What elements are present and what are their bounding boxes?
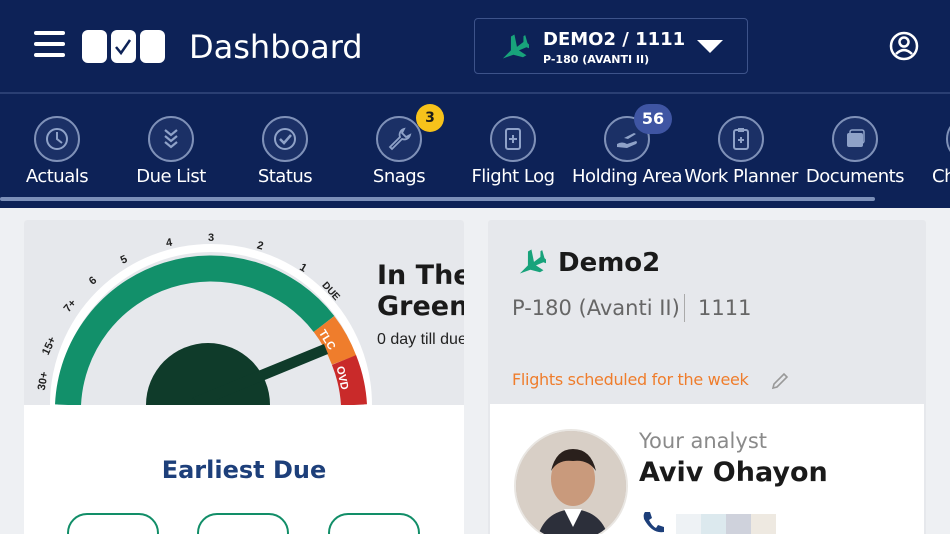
- clipboard-icon: [718, 116, 764, 162]
- aircraft-serial: 1111: [698, 296, 752, 320]
- gauge-status-title: In The Green!: [377, 260, 464, 322]
- page-title: Dashboard: [189, 28, 363, 66]
- folder-icon: [832, 116, 878, 162]
- nav-item-due-list[interactable]: Due List: [114, 94, 228, 198]
- nav-item-status[interactable]: Status: [228, 94, 342, 198]
- flights-scheduled-link[interactable]: Flights scheduled for the week: [512, 370, 749, 389]
- nav-item-ch[interactable]: Ch: [912, 94, 950, 198]
- earliest-due-title: Earliest Due: [161, 456, 327, 484]
- pencil-icon[interactable]: [770, 371, 790, 391]
- analyst-avatar: [514, 429, 628, 534]
- nav-item-snags[interactable]: 3 Snags: [342, 94, 456, 198]
- logbook-icon: [490, 116, 536, 162]
- gauge-panel: 30+ 15+ 7+ 6 5 4 3 2 1 DUE TLC OVD In Th…: [24, 220, 464, 405]
- nav-item-actuals[interactable]: Actuals: [0, 94, 114, 198]
- dropdown-caret-icon: [697, 40, 723, 53]
- redacted-contact: [701, 514, 726, 534]
- gauge-tick: 3: [208, 232, 215, 244]
- snags-count-badge: 3: [416, 104, 444, 132]
- airplane-icon: [502, 34, 529, 59]
- three-square-logo-icon: [82, 30, 165, 63]
- gauge-status-subtitle: 0 day till due: [377, 331, 464, 348]
- redacted-contact: [751, 514, 776, 534]
- analyst-role: Your analyst: [639, 429, 767, 453]
- aircraft-registration: DEMO2 / 1111: [543, 29, 686, 50]
- aircraft-name: Demo2: [558, 248, 661, 278]
- nav-label: Holding Area: [572, 166, 682, 187]
- analyst-name: Aviv Ohayon: [639, 457, 828, 488]
- app-header: Dashboard DEMO2 / 1111 P-180 (AVANTI II): [0, 0, 950, 92]
- aircraft-selector[interactable]: DEMO2 / 1111 P-180 (AVANTI II): [474, 18, 748, 74]
- aircraft-info-card: Demo2 P-180 (Avanti II) 1111 Flights sch…: [488, 220, 926, 534]
- aircraft-model: P-180 (Avanti II): [512, 296, 680, 320]
- clock-icon: [34, 116, 80, 162]
- hamburger-menu-icon[interactable]: [34, 31, 65, 57]
- nav-item-holding-area[interactable]: 56 Holding Area: [570, 94, 684, 198]
- nav-label: Actuals: [25, 166, 89, 187]
- earliest-due-pill[interactable]: [197, 513, 289, 534]
- nav-item-work-planner[interactable]: Work Planner: [684, 94, 798, 198]
- chart-icon: [946, 116, 950, 162]
- user-account-icon[interactable]: [889, 31, 919, 61]
- module-nav: Actuals Due List Status 3 Snags Flight L…: [0, 92, 950, 208]
- analyst-panel: Your analyst Aviv Ohayon: [490, 404, 924, 534]
- chevrons-down-icon: [148, 116, 194, 162]
- redacted-contact: [726, 514, 751, 534]
- nav-label: Status: [257, 166, 313, 187]
- check-icon: [262, 116, 308, 162]
- nav-label: Documents: [805, 166, 905, 187]
- earliest-due-pill[interactable]: [328, 513, 420, 534]
- nav-label: Work Planner: [684, 166, 798, 187]
- holding-area-count-badge: 56: [634, 104, 672, 134]
- redacted-contact: [676, 514, 701, 534]
- aircraft-type: P-180 (AVANTI II): [543, 53, 650, 66]
- earliest-due-pill[interactable]: [67, 513, 159, 534]
- divider: [684, 294, 685, 322]
- due-gauge-card: 30+ 15+ 7+ 6 5 4 3 2 1 DUE TLC OVD In Th…: [24, 220, 464, 534]
- nav-scrollbar[interactable]: [0, 197, 875, 201]
- wrench-icon: [376, 116, 422, 162]
- nav-label: Flight Log: [471, 166, 555, 187]
- nav-label: Due List: [136, 166, 206, 187]
- phone-icon[interactable]: [640, 509, 666, 534]
- nav-label: Snags: [372, 166, 426, 187]
- airplane-icon: [519, 249, 546, 274]
- nav-item-flight-log[interactable]: Flight Log: [456, 94, 570, 198]
- nav-label: Ch: [932, 166, 950, 187]
- nav-item-documents[interactable]: Documents: [798, 94, 912, 198]
